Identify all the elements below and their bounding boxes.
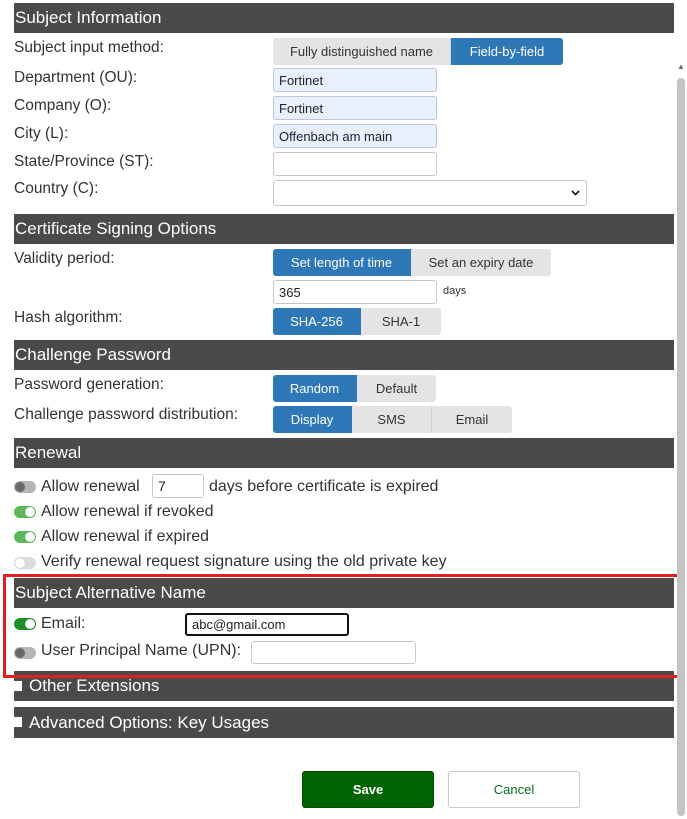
hash-algorithm-label: Hash algorithm: (14, 309, 123, 326)
subject-input-method-selector: Fully distinguished name Field-by-field (273, 38, 563, 65)
country-label: Country (C): (14, 180, 99, 197)
email-san-input[interactable] (185, 613, 349, 636)
option-fully-distinguished-name[interactable]: Fully distinguished name (273, 38, 451, 65)
email-san-label: Email: (41, 615, 86, 632)
option-default[interactable]: Default (357, 375, 436, 402)
section-title: Subject Alternative Name (15, 583, 206, 602)
section-header-renewal: Renewal (14, 438, 674, 468)
option-display[interactable]: Display (273, 406, 352, 433)
section-title: Certificate Signing Options (15, 219, 217, 238)
option-set-length-of-time[interactable]: Set length of time (273, 249, 411, 276)
section-header-challenge-password: Challenge Password (14, 340, 674, 370)
section-header-subject-alternative-name: Subject Alternative Name (14, 578, 674, 608)
password-distribution-selector: Display SMS Email (273, 406, 512, 433)
section-title: Other Extensions (29, 676, 160, 695)
email-san-toggle[interactable] (14, 618, 36, 630)
option-sms[interactable]: SMS (352, 406, 432, 433)
upn-input[interactable] (251, 641, 416, 664)
renewal-days-input[interactable] (152, 474, 204, 498)
option-email[interactable]: Email (432, 406, 512, 433)
option-sha-1[interactable]: SHA-1 (361, 308, 441, 335)
allow-renewal-label: Allow renewal (41, 478, 140, 495)
section-title: Renewal (15, 443, 82, 462)
allow-renewal-revoked-label: Allow renewal if revoked (41, 503, 214, 520)
days-unit-label: days (443, 285, 467, 297)
chevron-down-icon (571, 190, 580, 196)
cancel-button[interactable]: Cancel (448, 771, 580, 808)
allow-renewal-toggle[interactable] (14, 481, 36, 493)
section-title: Advanced Options: Key Usages (29, 712, 270, 732)
option-field-by-field[interactable]: Field-by-field (451, 38, 563, 65)
password-distribution-label: Challenge password distribution: (14, 406, 239, 423)
validity-period-selector: Set length of time Set an expiry date (273, 249, 551, 276)
expand-icon[interactable] (14, 717, 22, 727)
allow-renewal-revoked-toggle[interactable] (14, 506, 36, 518)
city-input[interactable] (273, 124, 437, 148)
validity-period-label: Validity period: (14, 250, 115, 267)
city-label: City (L): (14, 125, 69, 142)
option-set-expiry-date[interactable]: Set an expiry date (411, 249, 551, 276)
allow-renewal-expired-toggle[interactable] (14, 531, 36, 543)
section-header-other-extensions[interactable]: Other Extensions (14, 671, 674, 701)
department-label: Department (OU): (14, 69, 138, 86)
scroll-up-icon[interactable]: ▲ (677, 62, 685, 72)
password-generation-label: Password generation: (14, 376, 164, 393)
option-sha-256[interactable]: SHA-256 (273, 308, 361, 335)
upn-label: User Principal Name (UPN): (41, 642, 242, 659)
expand-icon[interactable] (14, 681, 22, 691)
allow-renewal-expired-label: Allow renewal if expired (41, 528, 210, 545)
save-button[interactable]: Save (302, 771, 434, 808)
company-label: Company (O): (14, 97, 112, 114)
renewal-days-suffix: days before certificate is expired (209, 478, 439, 495)
country-select[interactable] (273, 180, 587, 206)
state-input[interactable] (273, 152, 437, 176)
option-random[interactable]: Random (273, 375, 357, 402)
scrollbar-thumb[interactable] (677, 78, 685, 816)
validity-days-input[interactable] (273, 280, 437, 304)
subject-input-method-label: Subject input method: (14, 39, 164, 56)
section-header-certificate-signing: Certificate Signing Options (14, 214, 674, 244)
state-label: State/Province (ST): (14, 153, 154, 170)
company-input[interactable] (273, 96, 437, 120)
section-title: Subject Information (15, 8, 162, 27)
section-header-advanced-options[interactable]: Advanced Options: Key Usages (14, 707, 674, 738)
upn-toggle[interactable] (14, 647, 36, 659)
section-title: Challenge Password (15, 345, 171, 364)
verify-renewal-signature-label: Verify renewal request signature using t… (41, 553, 447, 570)
password-generation-selector: Random Default (273, 375, 436, 402)
verify-renewal-signature-toggle[interactable] (14, 557, 36, 569)
section-header-subject-information: Subject Information (14, 3, 674, 33)
hash-algorithm-selector: SHA-256 SHA-1 (273, 308, 441, 335)
department-input[interactable] (273, 68, 437, 92)
